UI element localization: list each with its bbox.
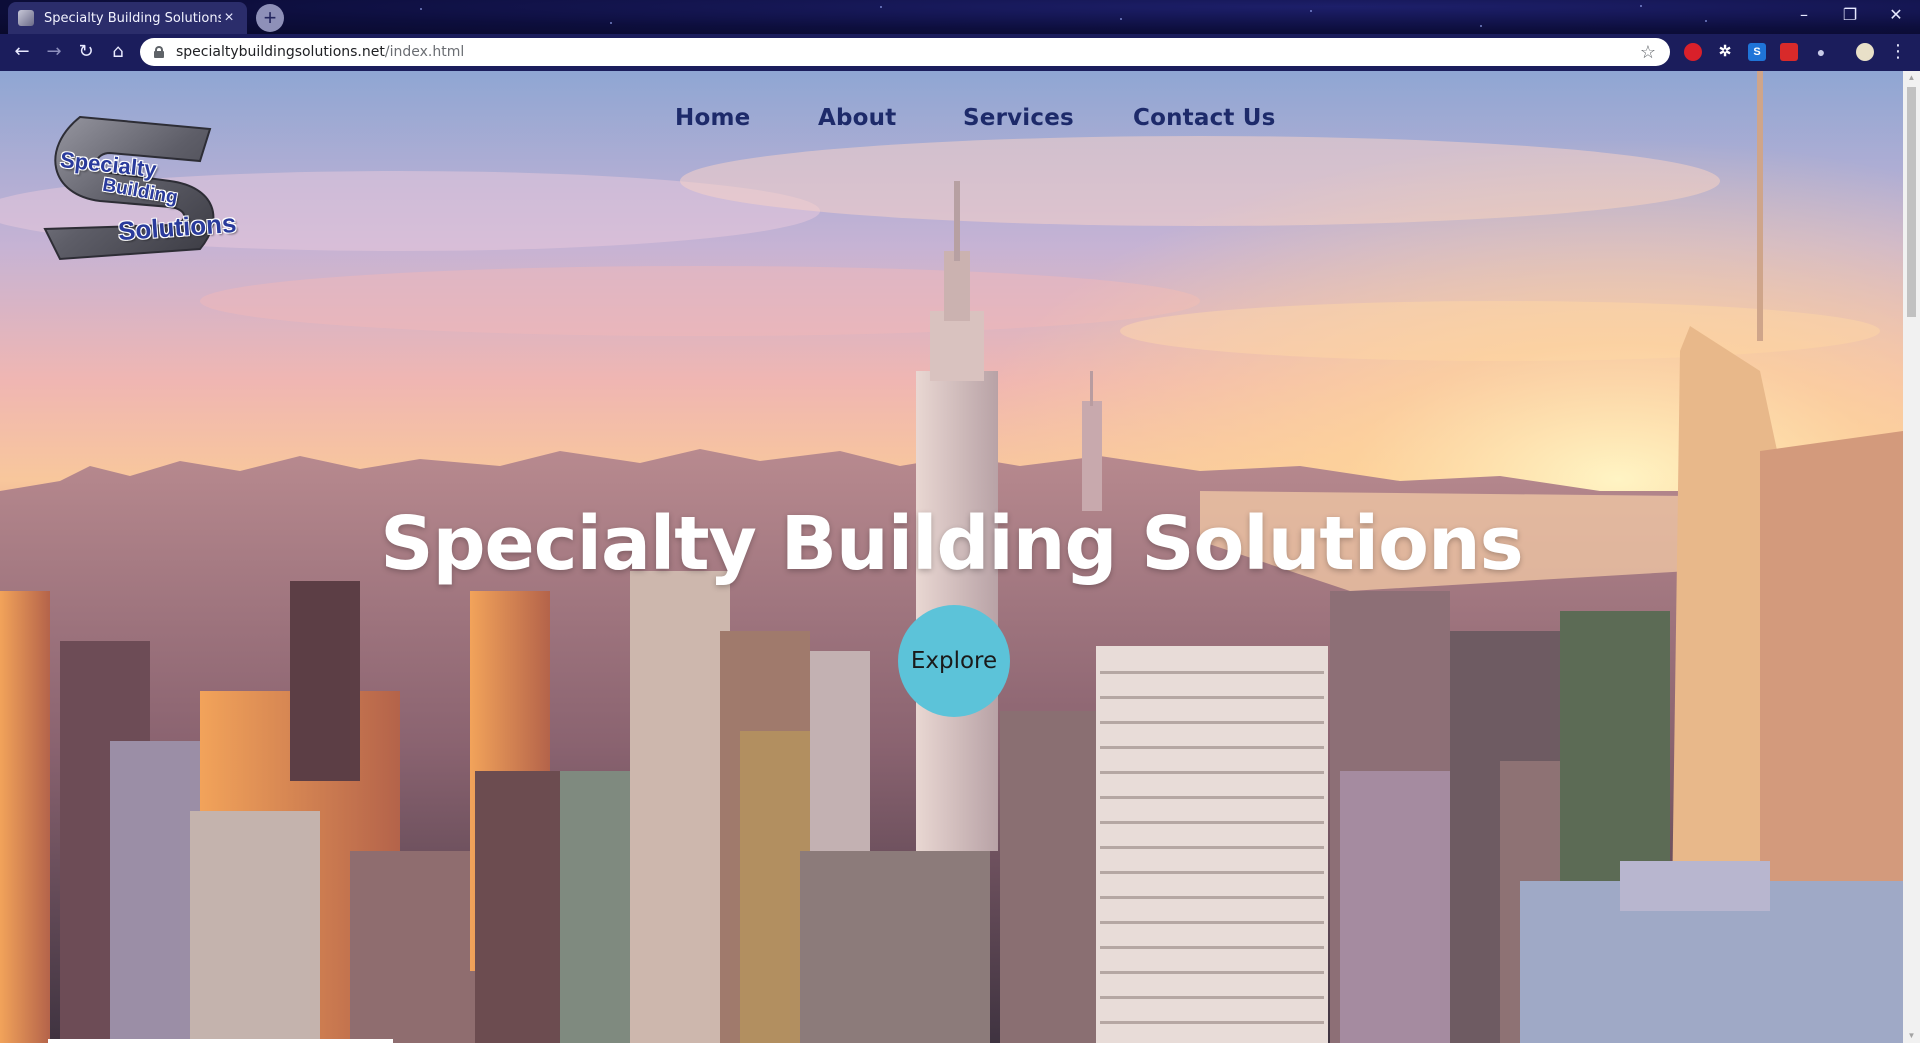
url-text[interactable]: specialtybuildingsolutions.net/index.htm… (176, 44, 1640, 60)
browser-menu-icon[interactable]: ⋮ (1884, 38, 1912, 66)
explore-button[interactable]: Explore (898, 605, 1010, 717)
extension-red-icon[interactable] (1684, 43, 1702, 61)
nav-services[interactable]: Services (963, 105, 1074, 131)
nav-home[interactable]: Home (675, 105, 750, 131)
nav-contact-us[interactable]: Contact Us (1133, 105, 1276, 131)
scroll-up-icon[interactable]: ▲ (1903, 71, 1920, 85)
main-nav: Home About Services Contact Us (0, 105, 1903, 145)
restore-button[interactable]: ❐ (1828, 0, 1872, 30)
browser-tab-active[interactable]: Specialty Building Solutions × (8, 2, 247, 34)
reload-button[interactable]: ↻ (72, 38, 100, 66)
browser-toolbar: ← → ↻ ⌂ specialtybuildingsolutions.net/i… (0, 34, 1920, 71)
extension-gear-icon[interactable]: ✲ (1716, 43, 1734, 61)
hero-title: Specialty Building Solutions (380, 501, 1523, 587)
new-tab-button[interactable]: + (256, 4, 284, 32)
profile-avatar[interactable] (1856, 43, 1874, 61)
bottom-divider (48, 1039, 393, 1043)
scroll-thumb[interactable] (1907, 87, 1916, 317)
extension-person-icon[interactable]: ● (1812, 43, 1830, 61)
extension-red-square-icon[interactable] (1780, 43, 1798, 61)
tab-close-icon[interactable]: × (221, 10, 237, 26)
nav-about[interactable]: About (818, 105, 896, 131)
scroll-down-icon[interactable]: ▼ (1903, 1029, 1920, 1043)
bookmark-star-icon[interactable]: ☆ (1640, 42, 1656, 63)
forward-button[interactable]: → (40, 38, 68, 66)
lock-icon (154, 46, 164, 58)
tab-title: Specialty Building Solutions (44, 10, 221, 26)
page-scrollbar[interactable]: ▲ ▼ (1903, 71, 1920, 1043)
site-favicon-icon (18, 10, 34, 26)
back-button[interactable]: ← (8, 38, 36, 66)
address-bar[interactable]: specialtybuildingsolutions.net/index.htm… (140, 38, 1670, 66)
home-button[interactable]: ⌂ (104, 38, 132, 66)
page-viewport: Specialty Building Solutions Home About … (0, 71, 1903, 1043)
close-window-button[interactable]: ✕ (1874, 0, 1918, 30)
minimize-button[interactable]: – (1782, 0, 1826, 30)
extension-s-icon[interactable]: S (1748, 43, 1766, 61)
browser-titlebar: Specialty Building Solutions × + – ❐ ✕ (0, 0, 1920, 34)
